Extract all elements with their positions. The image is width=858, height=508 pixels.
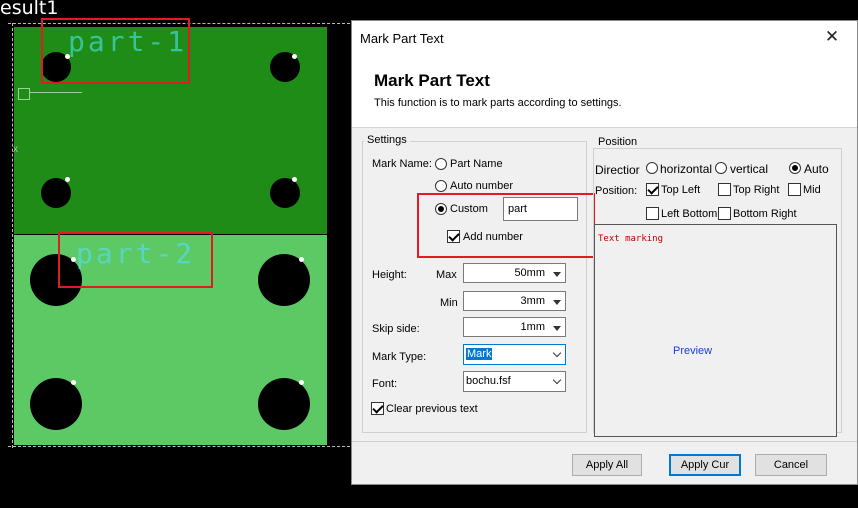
bottom-right-checkbox[interactable]	[718, 207, 731, 220]
top-right-label: Top Right	[733, 184, 780, 196]
direction-auto-radio[interactable]	[789, 162, 801, 174]
mark-name-label: Mark Name:	[372, 158, 432, 170]
max-label: Max	[436, 269, 457, 281]
header-subtitle: This function is to mark parts according…	[374, 97, 622, 109]
mark-part-text-dialog: Mark Part Text ✕ Mark Part Text This fun…	[351, 20, 858, 485]
top-right-checkbox[interactable]	[718, 183, 731, 196]
direction-horizontal-radio[interactable]	[646, 162, 658, 174]
corner-dot	[65, 177, 70, 182]
hole	[41, 178, 71, 208]
dialog-titlebar[interactable]: Mark Part Text ✕	[352, 21, 857, 55]
clear-previous-checkbox[interactable]	[371, 402, 384, 415]
highlight-box-part-2	[58, 232, 213, 288]
clear-previous-label: Clear previous text	[386, 403, 478, 415]
part-name-radio[interactable]	[435, 158, 447, 170]
font-label: Font:	[372, 378, 398, 390]
max-height-select[interactable]: 50mm	[463, 263, 566, 283]
direction-vertical-radio[interactable]	[715, 162, 727, 174]
mark-type-value: Mark	[466, 348, 493, 360]
hole	[258, 378, 310, 430]
dialog-header: Mark Part Text This function is to mark …	[352, 55, 857, 128]
apply-all-button[interactable]: Apply All	[572, 454, 642, 476]
left-bottom-label: Left Bottom	[661, 208, 718, 220]
window-title: Mark Part Text	[360, 31, 444, 46]
preview-label: Preview	[673, 345, 713, 357]
hole	[270, 178, 300, 208]
apply-cur-button[interactable]: Apply Cur	[669, 454, 741, 476]
left-bottom-checkbox[interactable]	[646, 207, 659, 220]
dashed-boundary-bottom	[8, 446, 350, 447]
corner-dot	[292, 54, 297, 59]
footer-divider	[352, 441, 857, 442]
direction-label: Directior	[595, 163, 640, 177]
corner-dot	[299, 257, 304, 262]
preview-panel: Text marking Preview	[594, 224, 837, 437]
top-left-checkbox[interactable]	[646, 183, 659, 196]
corner-dot	[292, 177, 297, 182]
mid-label: Mid	[803, 184, 821, 196]
corner-dot	[71, 380, 76, 385]
position-legend: Position	[595, 136, 641, 148]
skip-side-label: Skip side:	[372, 323, 420, 335]
min-label: Min	[440, 297, 458, 309]
chevron-down-icon	[549, 345, 565, 364]
height-label: Height:	[372, 269, 407, 281]
skip-side-value: 1mm	[520, 321, 545, 333]
settings-legend: Settings	[364, 134, 410, 146]
bottom-right-label: Bottom Right	[733, 208, 797, 220]
mark-type-select[interactable]: Mark	[463, 344, 566, 365]
cancel-button[interactable]: Cancel	[755, 454, 827, 476]
cad-canvas[interactable]: esult1 part-1 part-2 x	[0, 0, 352, 508]
origin-axis-line	[30, 92, 82, 93]
dropdown-arrow-icon	[549, 264, 565, 282]
direction-horizontal-label: horizontal	[660, 162, 713, 176]
mark-type-label: Mark Type:	[372, 351, 427, 363]
font-select[interactable]: bochu.fsf	[463, 371, 566, 392]
dropdown-arrow-icon	[549, 318, 565, 336]
part-name-label: Part Name	[450, 158, 503, 170]
dashed-boundary-left	[12, 23, 13, 448]
auto-number-radio[interactable]	[435, 180, 447, 192]
direction-auto-label: Auto	[804, 162, 829, 176]
axis-x-label: x	[13, 144, 18, 155]
auto-number-label: Auto number	[450, 180, 513, 192]
max-height-value: 50mm	[514, 267, 545, 279]
hole	[30, 378, 82, 430]
origin-marker-icon	[18, 88, 30, 100]
mid-checkbox[interactable]	[788, 183, 801, 196]
highlight-box-part-1	[41, 18, 190, 84]
direction-vertical-label: vertical	[730, 162, 769, 176]
dropdown-arrow-icon	[549, 292, 565, 310]
result-tab-label: esult1	[0, 0, 59, 19]
top-left-label: Top Left	[661, 184, 701, 196]
close-icon[interactable]: ✕	[822, 27, 842, 47]
skip-side-select[interactable]: 1mm	[463, 317, 566, 337]
min-height-value: 3mm	[520, 295, 545, 307]
position-label: Position:	[595, 185, 638, 197]
font-value: bochu.fsf	[466, 375, 511, 387]
highlight-box-custom	[417, 193, 595, 258]
header-title: Mark Part Text	[374, 71, 490, 90]
preview-sample-text: Text marking	[598, 234, 664, 244]
min-height-select[interactable]: 3mm	[463, 291, 566, 311]
corner-dot	[299, 380, 304, 385]
chevron-down-icon	[549, 372, 565, 391]
